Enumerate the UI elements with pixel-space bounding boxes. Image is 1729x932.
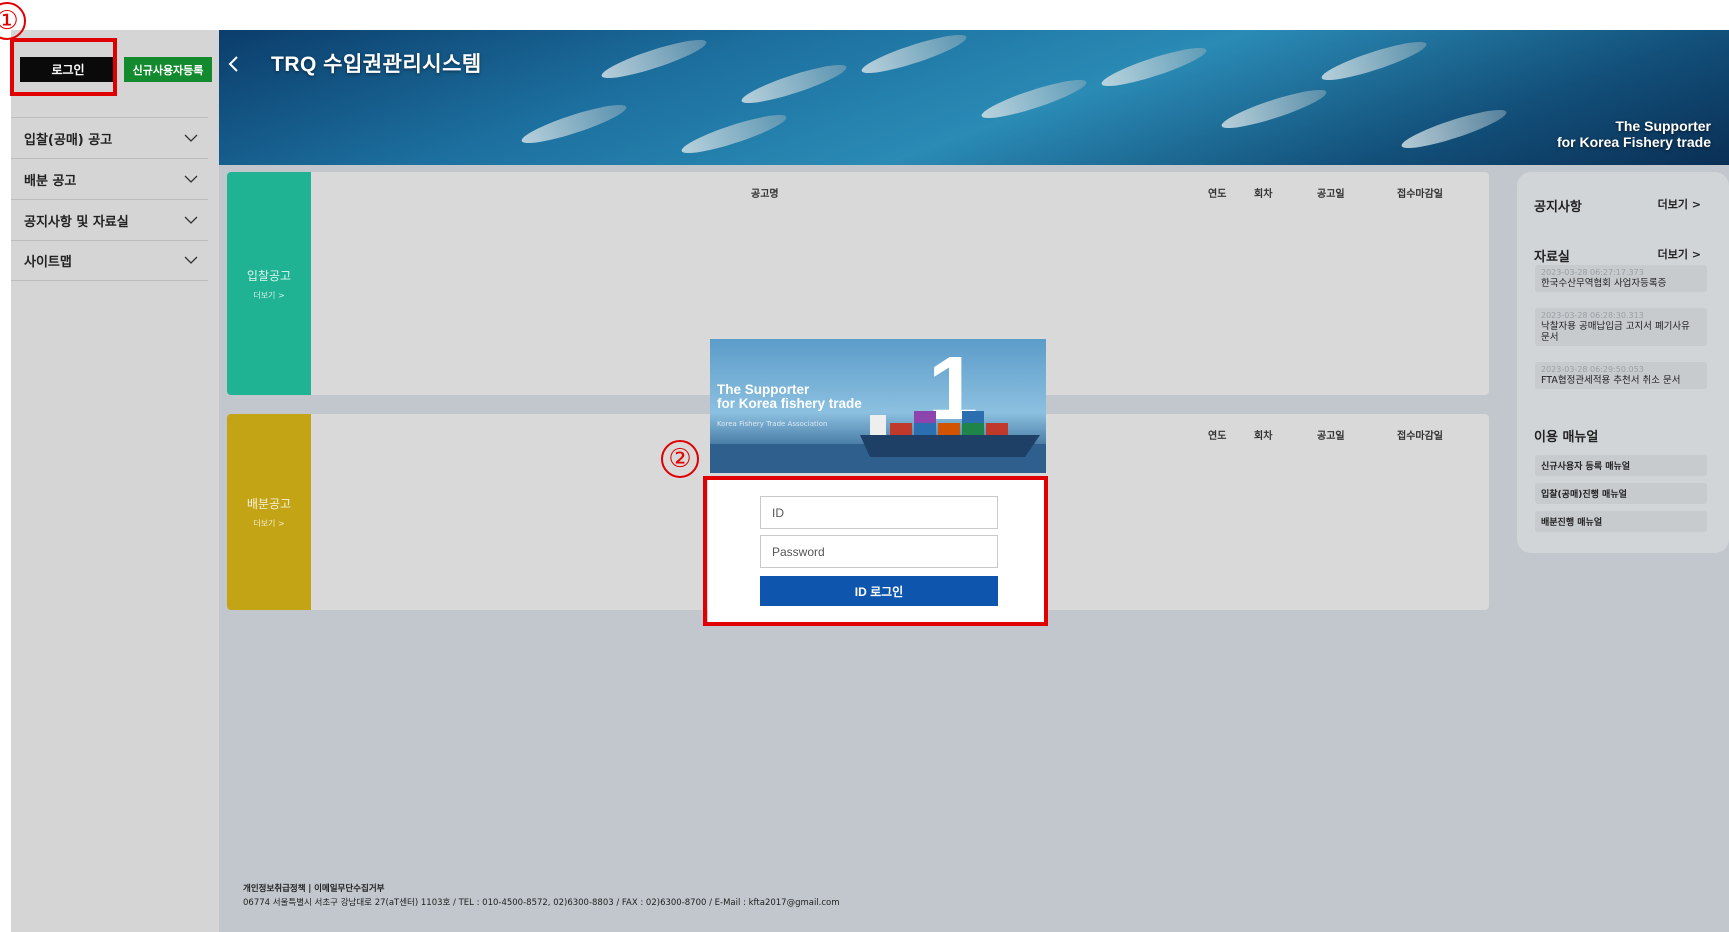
dist-notice-title: 배분공고 (246, 497, 292, 511)
bid-notice-more[interactable]: 더보기 > (253, 290, 284, 301)
manual-item[interactable]: 입찰(공매)진행 매뉴얼 (1535, 483, 1707, 504)
dist-notice-link[interactable]: 배분공고 더보기 > (227, 414, 311, 610)
fish-decoration (598, 33, 710, 85)
archive-heading: 자료실 (1534, 250, 1570, 265)
fish-decoration (858, 30, 970, 80)
chevron-down-icon (184, 216, 198, 225)
fish-decoration (1098, 41, 1210, 93)
chevron-down-icon (184, 175, 198, 184)
annotation-marker-2: ② (661, 440, 699, 478)
dist-notice-more[interactable]: 더보기 > (253, 518, 284, 529)
notice-more-link[interactable]: 더보기 > (1658, 196, 1701, 212)
archive-item-date: 2023-03-28 06:29:50.053 (1541, 365, 1644, 374)
popup-image-title-line-1: The Supporter (717, 382, 810, 397)
chevron-left-icon[interactable] (226, 52, 242, 76)
login-popup-image: 1 The Supporter for Korea fishery trade … (710, 339, 1046, 473)
info-column: 공지사항 더보기 > 자료실 더보기 > 2023-03-28 06:27:17… (1517, 172, 1729, 553)
bid-notice-title: 입찰공고 (246, 268, 292, 283)
sidebar-item-dist-notice[interactable]: 배분 공고 (11, 158, 208, 199)
column-header: 공고명 (751, 189, 779, 200)
footer: 개인정보취급정책 | 이메일무단수집거부 06774 서울특별시 서초구 강남대… (243, 882, 840, 910)
column-header: 접수마감일 (1397, 431, 1443, 442)
sidebar-item-label: 배분 공고 (24, 173, 77, 189)
archive-item[interactable]: 2023-03-28 06:29:50.053 FTA협정관세적용 추천서 취소… (1535, 362, 1707, 389)
sidebar-item-bid-notice[interactable]: 입찰(공매) 공고 (11, 117, 208, 158)
archive-item-date: 2023-03-28 06:27:17.373 (1541, 268, 1644, 277)
popup-image-title-line-2: for Korea fishery trade (717, 396, 862, 411)
fish-decoration (1318, 35, 1430, 87)
manual-item[interactable]: 신규사용자 등록 매뉴얼 (1535, 455, 1707, 476)
column-header: 연도 (1208, 431, 1227, 442)
sidebar-item-notices-archive[interactable]: 공지사항 및 자료실 (11, 199, 208, 240)
column-header: 공고일 (1317, 189, 1345, 200)
notice-heading: 공지사항 (1534, 200, 1582, 215)
header-banner: TRQ 수입권관리시스템 The Supporter for Korea Fis… (219, 30, 1729, 165)
column-header: 연도 (1208, 189, 1227, 200)
popup-image-subtitle: Korea Fishery Trade Association (717, 420, 828, 428)
fish-decoration (518, 98, 630, 150)
archive-item-title: 한국수산무역협회 사업자등록증 (1541, 278, 1667, 289)
archive-more-link[interactable]: 더보기 > (1658, 246, 1701, 262)
tagline-line-1: The Supporter (1615, 118, 1711, 134)
fish-decoration (1398, 103, 1510, 155)
register-button[interactable]: 신규사용자등록 (124, 57, 212, 82)
chevron-down-icon (184, 134, 198, 143)
column-header: 접수마감일 (1397, 189, 1443, 200)
banner-tagline: The Supporter for Korea Fishery trade (1557, 118, 1711, 150)
column-header: 회차 (1254, 189, 1273, 200)
fish-decoration (738, 58, 850, 110)
fish-decoration (978, 73, 1090, 125)
sidebar-item-label: 입찰(공매) 공고 (24, 132, 113, 148)
archive-item-date: 2023-03-28 06:28:30.313 (1541, 311, 1644, 320)
login-form: ID 로그인 (708, 480, 1046, 624)
column-header: 공고일 (1317, 431, 1345, 442)
footer-address: 06774 서울특별시 서초구 강남대로 27(aT센터) 1103호 / TE… (243, 898, 840, 908)
privacy-policy-link[interactable]: 개인정보취급정책 (243, 884, 306, 894)
fish-decoration (1218, 83, 1330, 135)
archive-item[interactable]: 2023-03-28 06:27:17.373 한국수산무역협회 사업자등록증 (1535, 265, 1707, 292)
sidebar-nav: 입찰(공매) 공고 배분 공고 공지사항 및 자료실 사이트맵 (11, 117, 208, 281)
archive-item[interactable]: 2023-03-28 06:28:30.313 낙찰자용 공매납입금 고지서 폐… (1535, 308, 1707, 346)
sidebar-item-sitemap[interactable]: 사이트맵 (11, 240, 208, 281)
email-refusal-link[interactable]: 이메일무단수집거부 (314, 884, 384, 894)
sidebar-item-label: 사이트맵 (24, 255, 72, 270)
login-button[interactable]: 로그인 (20, 57, 116, 82)
tagline-line-2: for Korea Fishery trade (1556, 134, 1711, 150)
popup-image-title: The Supporter for Korea fishery trade (717, 383, 862, 411)
password-input[interactable] (760, 535, 998, 568)
bid-notice-link[interactable]: 입찰공고 더보기 > (227, 172, 311, 395)
fish-decoration (678, 108, 790, 160)
chevron-down-icon (184, 256, 198, 265)
archive-item-title: FTA협정관세적용 추천서 취소 문서 (1541, 375, 1681, 386)
manual-item[interactable]: 배분진행 매뉴얼 (1535, 511, 1707, 532)
archive-item-title: 낙찰자용 공매납입금 고지서 폐기사유 문서 (1541, 321, 1690, 343)
id-login-button[interactable]: ID 로그인 (760, 576, 998, 606)
sidebar: 로그인 신규사용자등록 입찰(공매) 공고 배분 공고 공지사항 및 자료실 사… (11, 30, 219, 932)
manual-heading: 이용 매뉴얼 (1534, 430, 1599, 445)
column-header: 회차 (1254, 431, 1273, 442)
sidebar-item-label: 공지사항 및 자료실 (24, 214, 129, 230)
id-input[interactable] (760, 496, 998, 529)
footer-separator: | (308, 884, 312, 894)
page-title: TRQ 수입권관리시스템 (271, 53, 482, 76)
